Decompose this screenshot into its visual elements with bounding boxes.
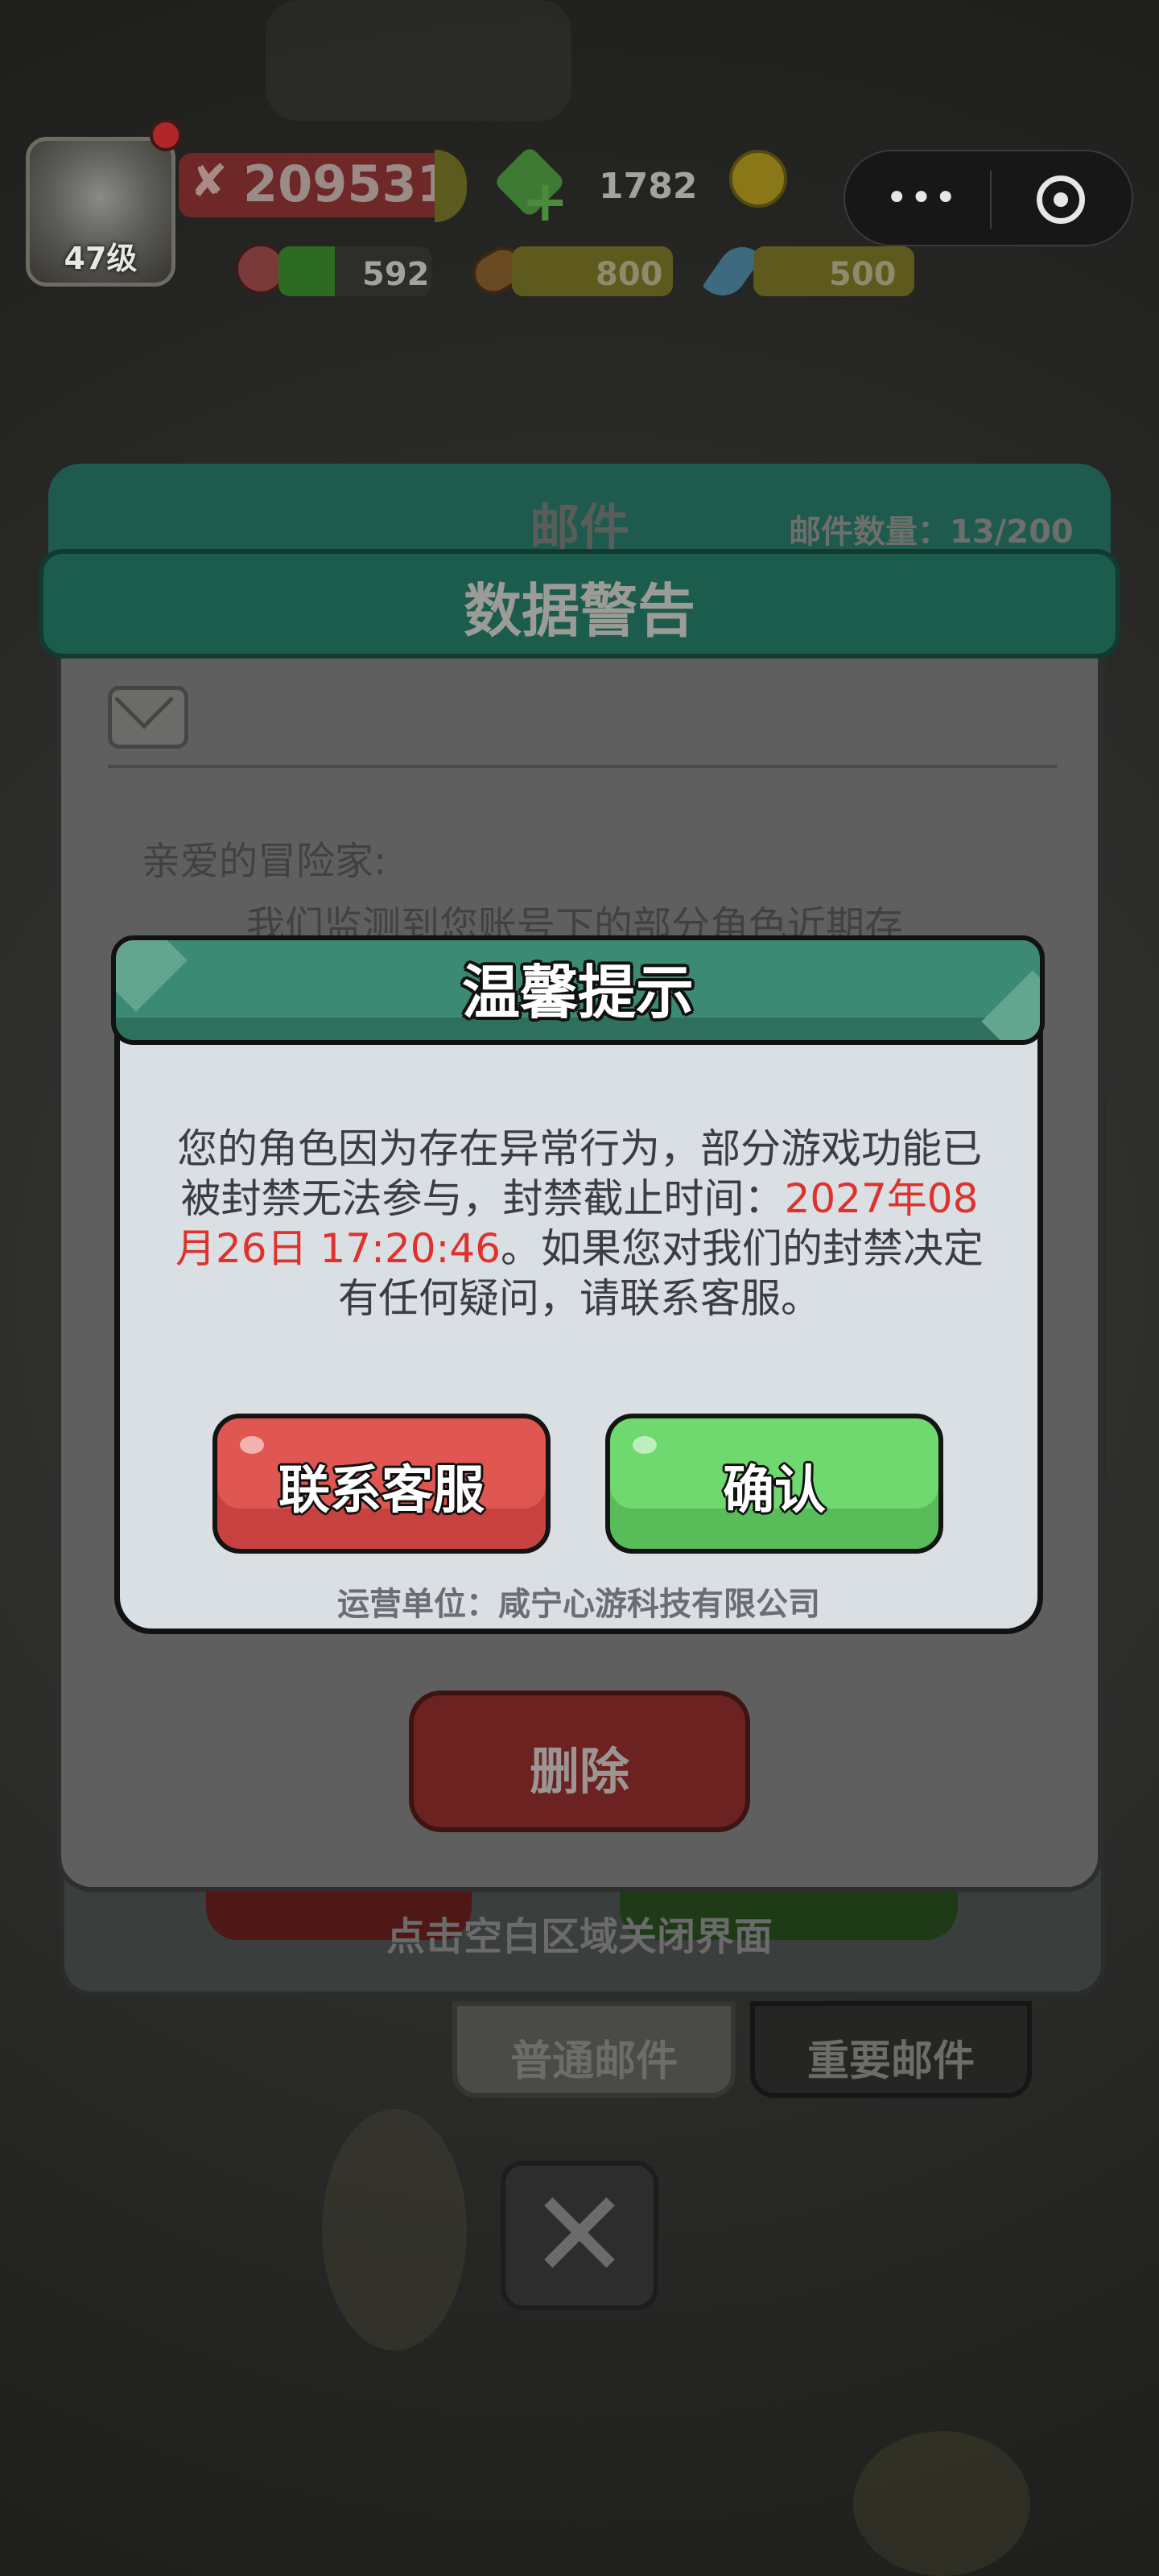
score-value: 209531 bbox=[243, 155, 452, 213]
warning-greeting: 亲爱的冒险家: bbox=[142, 839, 387, 884]
operator-info: 运营单位：咸宁心游科技有限公司 bbox=[337, 1586, 820, 1623]
close-hint[interactable]: 点击空白区域关闭界面 bbox=[338, 1905, 821, 1961]
meat-value: 592 bbox=[362, 256, 430, 293]
notice-dialog-title: 温馨提示 bbox=[461, 959, 694, 1026]
tab-normal-mail-label: 普通邮件 bbox=[509, 2037, 678, 2086]
miniprogram-capsule: ••• bbox=[843, 150, 1133, 246]
meat-bar-fill bbox=[278, 246, 335, 296]
background-decoration bbox=[853, 2431, 1030, 2576]
warning-title: 数据警告 bbox=[463, 577, 695, 645]
coin-icon[interactable] bbox=[729, 150, 787, 208]
notice-message: 您的角色因为存在异常行为，部分游戏功能已被封禁无法参与，封禁截止时间：2027年… bbox=[166, 1124, 993, 1323]
feather-value: 500 bbox=[829, 256, 897, 293]
capsule-divider bbox=[990, 171, 992, 229]
player-avatar[interactable]: 47级 bbox=[26, 137, 175, 287]
divider bbox=[108, 765, 1058, 768]
wood-value: 800 bbox=[596, 256, 663, 293]
gem-plus-icon-plus: + bbox=[522, 168, 569, 234]
close-button[interactable]: ✕ bbox=[501, 2161, 658, 2310]
background-decoration bbox=[266, 0, 571, 121]
delete-button-label: 删除 bbox=[529, 1742, 629, 1801]
more-dots-icon[interactable]: ••• bbox=[885, 174, 958, 222]
background-decoration bbox=[322, 2109, 467, 2351]
envelope-icon bbox=[108, 670, 188, 749]
close-x-icon: ✕ bbox=[529, 2165, 630, 2306]
mail-count: 邮件数量：13/200 bbox=[789, 514, 1074, 551]
player-level: 47级 bbox=[64, 241, 138, 276]
notification-dot bbox=[150, 119, 182, 151]
contact-support-label: 联系客服 bbox=[278, 1461, 485, 1521]
sword-icon: ✘ bbox=[190, 155, 228, 208]
tab-important-mail-label: 重要邮件 bbox=[806, 2037, 975, 2086]
gems-value: 1782 bbox=[599, 166, 698, 207]
confirm-label: 确认 bbox=[723, 1461, 826, 1521]
target-icon[interactable] bbox=[1037, 175, 1085, 224]
